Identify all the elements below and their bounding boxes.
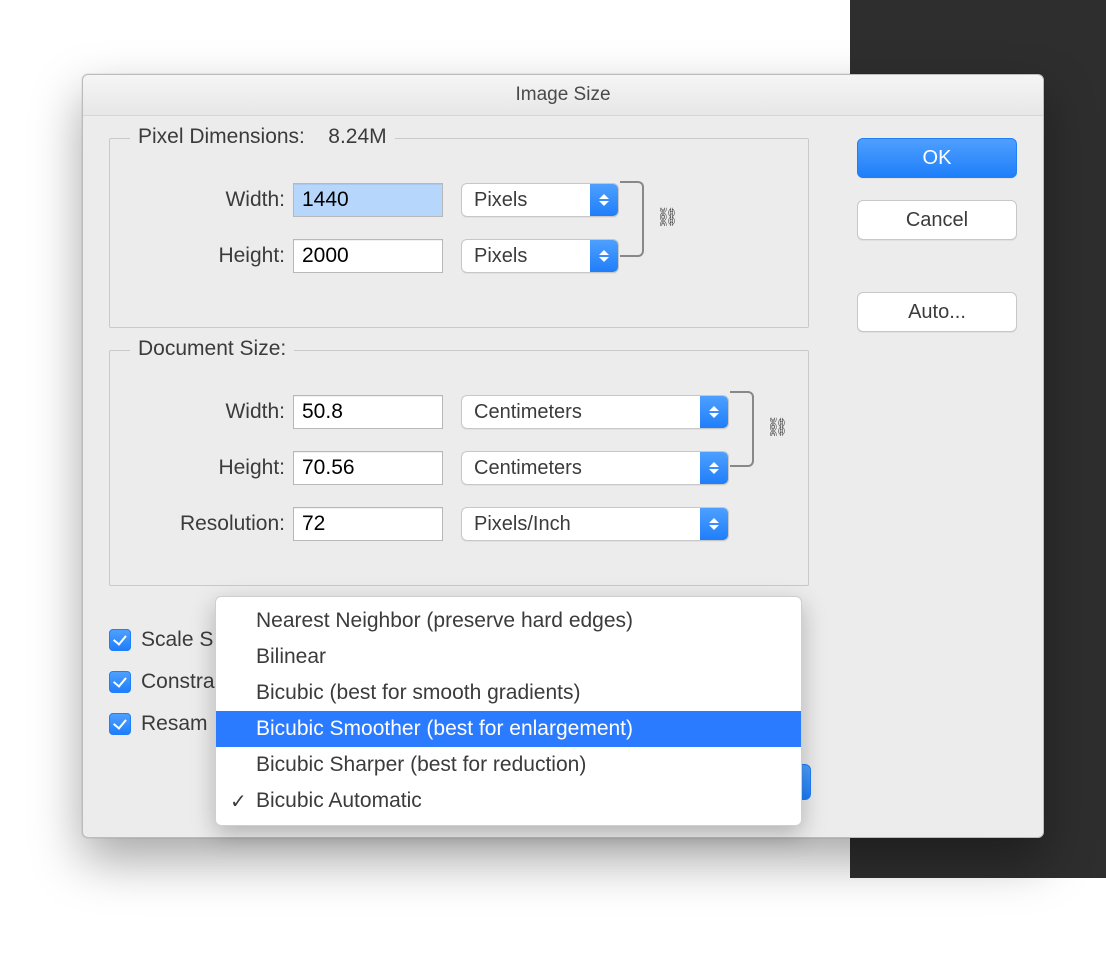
chevron-updown-icon — [700, 508, 728, 540]
resample-label: Resam — [141, 712, 208, 736]
doc-resolution-row: Resolution: Pixels/Inch — [130, 501, 788, 547]
checkbox-icon — [109, 671, 131, 693]
menu-item-label: Nearest Neighbor (preserve hard edges) — [256, 609, 633, 633]
pixel-width-row: Width: Pixels — [130, 177, 788, 223]
chevron-updown-icon — [700, 452, 728, 484]
resample-image-checkbox[interactable]: Resam — [109, 712, 215, 736]
document-size-group: Document Size: Width: Centimeters Height… — [109, 350, 809, 586]
chevron-updown-icon — [590, 184, 618, 216]
doc-resolution-unit-value: Pixels/Inch — [462, 513, 700, 536]
pixel-width-unit-select[interactable]: Pixels — [461, 183, 619, 217]
resample-menu-item[interactable]: ✓ Bicubic Automatic — [216, 783, 801, 819]
menu-item-label: Bicubic Sharper (best for reduction) — [256, 753, 586, 777]
constrain-proportions-checkbox[interactable]: Constra — [109, 670, 215, 694]
constrain-label: Constra — [141, 670, 215, 694]
dialog-side-buttons: OK Cancel Auto... — [857, 138, 1017, 332]
doc-resolution-unit-select[interactable]: Pixels/Inch — [461, 507, 729, 541]
doc-height-unit-select[interactable]: Centimeters — [461, 451, 729, 485]
pixel-width-label: Width: — [130, 188, 293, 212]
scale-styles-checkbox[interactable]: Scale S — [109, 628, 215, 652]
doc-width-unit-select[interactable]: Centimeters — [461, 395, 729, 429]
resample-method-menu: Nearest Neighbor (preserve hard edges) Bi… — [215, 596, 802, 826]
doc-width-row: Width: Centimeters — [130, 389, 788, 435]
doc-link-bracket — [730, 391, 754, 467]
pixel-height-label: Height: — [130, 244, 293, 268]
document-size-legend: Document Size: — [130, 337, 294, 361]
pixel-width-unit-value: Pixels — [462, 189, 590, 212]
doc-resolution-label: Resolution: — [130, 512, 293, 536]
pixel-dimensions-legend: Pixel Dimensions: 8.24M — [130, 125, 395, 149]
menu-item-label: Bicubic Smoother (best for enlargement) — [256, 717, 633, 741]
resample-menu-item[interactable]: Bicubic (best for smooth gradients) — [216, 675, 801, 711]
checkbox-icon — [109, 713, 131, 735]
doc-width-input[interactable] — [293, 395, 443, 429]
resample-menu-item[interactable]: Bicubic Smoother (best for enlargement) — [216, 711, 801, 747]
doc-height-row: Height: Centimeters — [130, 445, 788, 491]
resample-menu-item[interactable]: Bilinear — [216, 639, 801, 675]
auto-button[interactable]: Auto... — [857, 292, 1017, 332]
pixel-dimensions-group: Pixel Dimensions: 8.24M Width: Pixels He… — [109, 138, 809, 328]
resample-menu-item[interactable]: Nearest Neighbor (preserve hard edges) — [216, 603, 801, 639]
doc-height-unit-value: Centimeters — [462, 457, 700, 480]
menu-item-label: Bicubic Automatic — [256, 789, 422, 813]
pixel-height-unit-value: Pixels — [462, 245, 590, 268]
pixel-height-input[interactable] — [293, 239, 443, 273]
checkbox-icon — [109, 629, 131, 651]
pixel-dimensions-size: 8.24M — [328, 125, 386, 148]
link-icon[interactable]: ⛓ — [656, 207, 679, 228]
doc-height-input[interactable] — [293, 451, 443, 485]
resample-menu-item[interactable]: Bicubic Sharper (best for reduction) — [216, 747, 801, 783]
menu-item-label: Bicubic (best for smooth gradients) — [256, 681, 580, 705]
menu-item-label: Bilinear — [256, 645, 326, 669]
options-checkboxes: Scale S Constra Resam — [109, 628, 215, 736]
doc-height-label: Height: — [130, 456, 293, 480]
pixel-height-unit-select[interactable]: Pixels — [461, 239, 619, 273]
link-icon[interactable]: ⛓ — [766, 417, 789, 438]
dialog-title: Image Size — [83, 75, 1043, 116]
chevron-updown-icon — [590, 240, 618, 272]
pixel-height-row: Height: Pixels — [130, 233, 788, 279]
pixel-link-bracket — [620, 181, 644, 257]
doc-width-label: Width: — [130, 400, 293, 424]
pixel-width-input[interactable] — [293, 183, 443, 217]
legend-prefix: Pixel Dimensions: — [138, 125, 305, 148]
ok-button[interactable]: OK — [857, 138, 1017, 178]
checkmark-icon: ✓ — [230, 789, 247, 814]
cancel-button[interactable]: Cancel — [857, 200, 1017, 240]
chevron-updown-icon — [700, 396, 728, 428]
doc-width-unit-value: Centimeters — [462, 401, 700, 424]
scale-styles-label: Scale S — [141, 628, 213, 652]
doc-resolution-input[interactable] — [293, 507, 443, 541]
